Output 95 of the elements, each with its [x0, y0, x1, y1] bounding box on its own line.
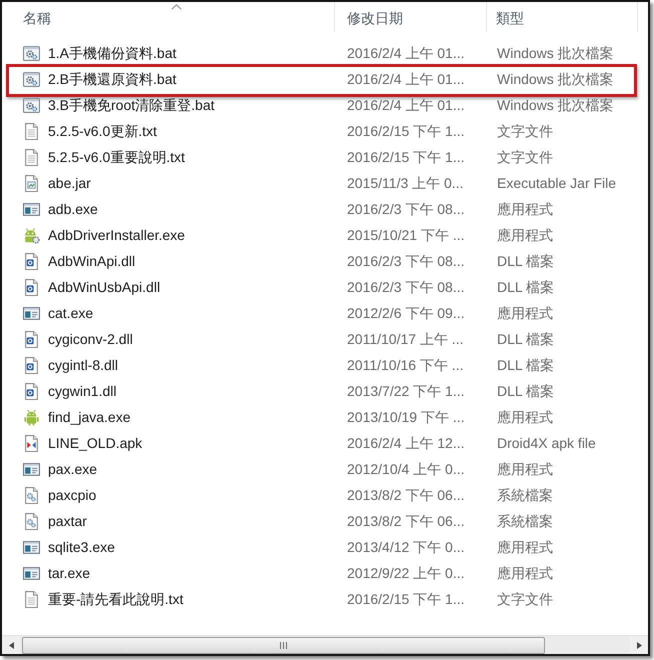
- file-name[interactable]: sqlite3.exe: [48, 538, 115, 556]
- logo-document-icon: [23, 434, 40, 452]
- file-name[interactable]: cygintl-8.dll: [48, 356, 118, 374]
- file-type: Windows 批次檔案: [497, 44, 614, 60]
- window-icon: [23, 538, 40, 556]
- file-name[interactable]: 重要-請先看此說明.txt: [48, 590, 184, 608]
- right-triangle-icon: [636, 642, 642, 648]
- file-name[interactable]: cat.exe: [48, 304, 94, 322]
- file-name[interactable]: cygwin1.dll: [48, 382, 116, 400]
- picture-document-icon: [23, 174, 40, 192]
- file-type: Droid4X apk file: [497, 434, 596, 450]
- modified-date: 2016/2/3 下午 08...: [347, 200, 465, 216]
- document-icon: [23, 590, 40, 608]
- modified-date: 2012/9/22 上午 0...: [347, 564, 465, 580]
- modified-date: 2016/2/4 上午 01...: [347, 96, 465, 112]
- file-type: 系統檔案: [497, 512, 553, 528]
- modified-date: 2013/8/2 下午 06...: [347, 486, 465, 502]
- column-header[interactable]: 名稱: [2, 2, 335, 32]
- document-icon: [23, 122, 40, 140]
- file-name[interactable]: cygiconv-2.dll: [48, 330, 133, 348]
- robot-icon: [23, 408, 40, 426]
- file-type: 應用程式: [497, 200, 553, 216]
- file-name[interactable]: 5.2.5-v6.0重要說明.txt: [48, 148, 185, 166]
- file-type: DLL 檔案: [497, 330, 554, 346]
- file-type: 文字文件: [497, 122, 553, 138]
- modified-date: 2015/10/21 下午 ...: [347, 226, 465, 242]
- file-name[interactable]: paxcpio: [48, 486, 96, 504]
- file-type: DLL 檔案: [497, 252, 554, 268]
- gear-document-icon: [23, 382, 40, 400]
- gear-window-icon: [23, 96, 40, 114]
- scrollbar-thumb[interactable]: [22, 636, 545, 654]
- window-icon: [23, 564, 40, 582]
- file-name[interactable]: paxtar: [48, 512, 87, 530]
- modified-date: 2016/2/3 下午 08...: [347, 252, 465, 268]
- modified-date: 2013/10/19 下午 ...: [347, 408, 465, 424]
- file-type: 應用程式: [497, 564, 553, 580]
- modified-date: 2016/2/4 上午 01...: [347, 70, 465, 86]
- file-name[interactable]: AdbDriverInstaller.exe: [48, 226, 185, 244]
- file-type: DLL 檔案: [497, 382, 554, 398]
- modified-date: 2011/10/17 上午 ...: [347, 330, 464, 346]
- modified-date: 2012/2/6 下午 09...: [347, 304, 465, 320]
- file-name[interactable]: tar.exe: [48, 564, 90, 582]
- modified-date: 2016/2/3 下午 08...: [347, 278, 465, 294]
- file-type: 文字文件: [497, 148, 553, 164]
- file-type: 文字文件: [497, 590, 553, 606]
- file-name[interactable]: AdbWinApi.dll: [48, 252, 136, 270]
- column-header[interactable]: 修改日期: [335, 2, 487, 32]
- file-type: DLL 檔案: [497, 278, 554, 294]
- robot-gear-icon: [23, 226, 40, 244]
- file-name[interactable]: adb.exe: [48, 200, 98, 218]
- modified-date: 2013/8/2 下午 06...: [347, 512, 465, 528]
- modified-date: 2016/2/15 下午 1...: [347, 148, 465, 164]
- modified-date: 2012/10/4 上午 0...: [347, 460, 465, 476]
- modified-date: 2013/4/12 下午 0...: [347, 538, 465, 554]
- file-name[interactable]: 1.A手機備份資料.bat: [48, 44, 176, 62]
- modified-date: 2015/11/3 上午 0...: [347, 174, 464, 190]
- document-icon: [23, 148, 40, 166]
- gear-window-icon: [23, 44, 40, 62]
- file-name[interactable]: abe.jar: [48, 174, 91, 192]
- file-type: DLL 檔案: [497, 356, 554, 372]
- gears-document-icon: [23, 486, 40, 504]
- file-name[interactable]: 3.B手機免root清除重登.bat: [48, 96, 214, 114]
- gear-document-icon: [23, 252, 40, 270]
- modified-date: 2013/7/22 下午 1...: [347, 382, 465, 398]
- left-triangle-icon: [8, 642, 14, 648]
- gear-document-icon: [23, 278, 40, 296]
- modified-date: 2011/10/16 下午 ...: [347, 356, 464, 372]
- gear-window-icon: [23, 70, 40, 88]
- file-name[interactable]: pax.exe: [48, 460, 98, 478]
- modified-date: 2016/2/15 下午 1...: [347, 122, 465, 138]
- window-icon: [23, 304, 40, 322]
- window-icon: [23, 200, 40, 218]
- file-type: 應用程式: [497, 460, 553, 476]
- file-type: 應用程式: [497, 304, 553, 320]
- modified-date: 2016/2/4 上午 12...: [347, 434, 465, 450]
- file-name[interactable]: find_java.exe: [48, 408, 131, 426]
- modified-date: 2016/2/15 下午 1...: [347, 590, 465, 606]
- file-type: Windows 批次檔案: [497, 70, 614, 86]
- file-type: 應用程式: [497, 408, 553, 424]
- window-icon: [23, 460, 40, 478]
- grip-icon: [280, 642, 287, 648]
- file-type: Windows 批次檔案: [497, 96, 614, 112]
- file-name[interactable]: AdbWinUsbApi.dll: [48, 278, 160, 296]
- gear-document-icon: [23, 330, 40, 348]
- file-name[interactable]: 5.2.5-v6.0更新.txt: [48, 122, 157, 140]
- file-type: 應用程式: [497, 538, 553, 554]
- gears-document-icon: [23, 512, 40, 530]
- file-type: Executable Jar File: [497, 174, 616, 190]
- column-header[interactable]: 類型: [487, 2, 638, 32]
- gear-document-icon: [23, 356, 40, 374]
- file-type: 應用程式: [497, 226, 553, 242]
- file-type: 系統檔案: [497, 486, 553, 502]
- file-name[interactable]: 2.B手機還原資料.bat: [48, 70, 176, 88]
- file-name[interactable]: LINE_OLD.apk: [48, 434, 142, 452]
- modified-date: 2016/2/4 上午 01...: [347, 44, 465, 60]
